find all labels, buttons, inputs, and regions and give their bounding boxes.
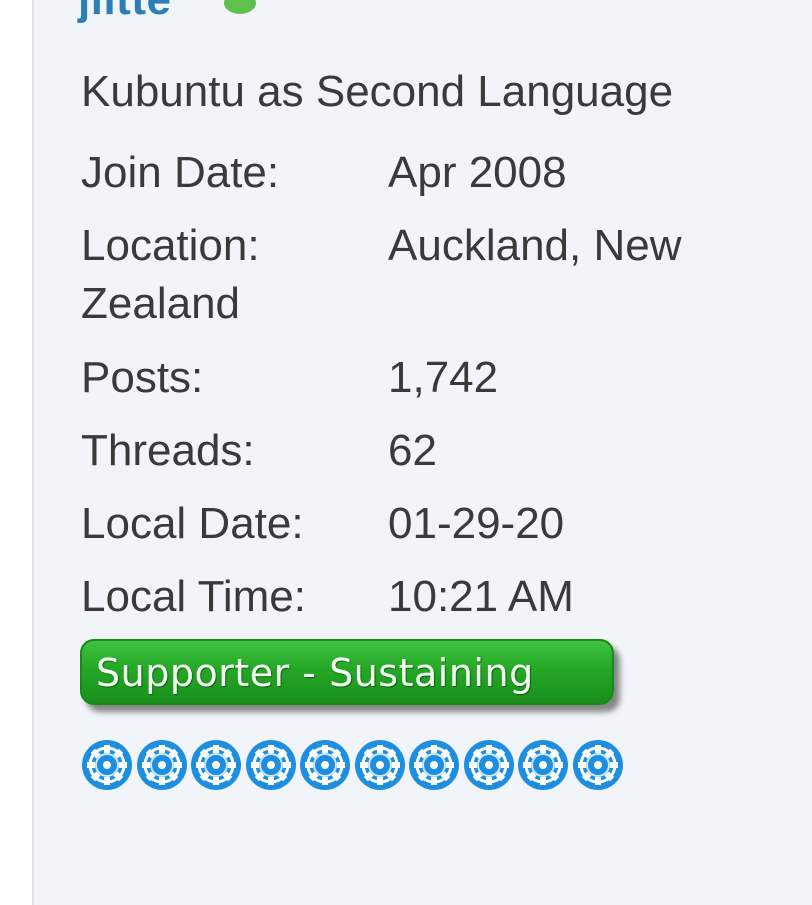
local-time-label: Local Time:	[81, 572, 306, 621]
reputation-gear-icon	[572, 739, 624, 791]
user-title: Kubuntu as Second Language	[81, 67, 674, 116]
join-date-label: Join Date:	[81, 148, 280, 197]
reputation-gear-icon	[299, 739, 351, 791]
local-date-label: Local Date:	[81, 499, 304, 548]
local-time-row: Local Time: 10:21 AM	[81, 569, 781, 642]
reputation-gear-icon	[408, 739, 460, 791]
posts-value: 1,742	[388, 353, 499, 402]
reputation-gear-icon	[190, 739, 242, 791]
join-date-value: Apr 2008	[388, 148, 567, 197]
threads-label: Threads:	[81, 426, 255, 475]
username-link[interactable]: jiltte	[78, 0, 171, 22]
join-date-row: Join Date: Apr 2008	[81, 145, 781, 218]
threads-value: 62	[388, 426, 437, 475]
supporter-badge-label: Supporter - Sustaining	[96, 651, 534, 695]
location-value-continued: Zealand	[81, 279, 241, 328]
local-date-value: 01-29-20	[388, 499, 565, 548]
local-time-value: 10:21 AM	[388, 572, 574, 621]
location-row: Location: Auckland, New Zealand	[81, 218, 781, 350]
reputation-gear-icon	[136, 739, 188, 791]
user-details: Join Date: Apr 2008 Location: Auckland, …	[81, 145, 781, 642]
reputation-gear-icon	[245, 739, 297, 791]
threads-row: Threads: 62	[81, 423, 781, 496]
reputation-gear-icon	[81, 739, 133, 791]
posts-row: Posts: 1,742	[81, 350, 781, 423]
location-value: Auckland, New	[388, 221, 682, 270]
local-date-row: Local Date: 01-29-20	[81, 496, 781, 569]
posts-label: Posts:	[81, 353, 204, 402]
reputation-gear-icon	[354, 739, 406, 791]
reputation-gear-icon	[517, 739, 569, 791]
location-label: Location:	[81, 221, 260, 270]
supporter-badge: Supporter - Sustaining	[80, 639, 614, 705]
reputation-gear-icon	[463, 739, 515, 791]
